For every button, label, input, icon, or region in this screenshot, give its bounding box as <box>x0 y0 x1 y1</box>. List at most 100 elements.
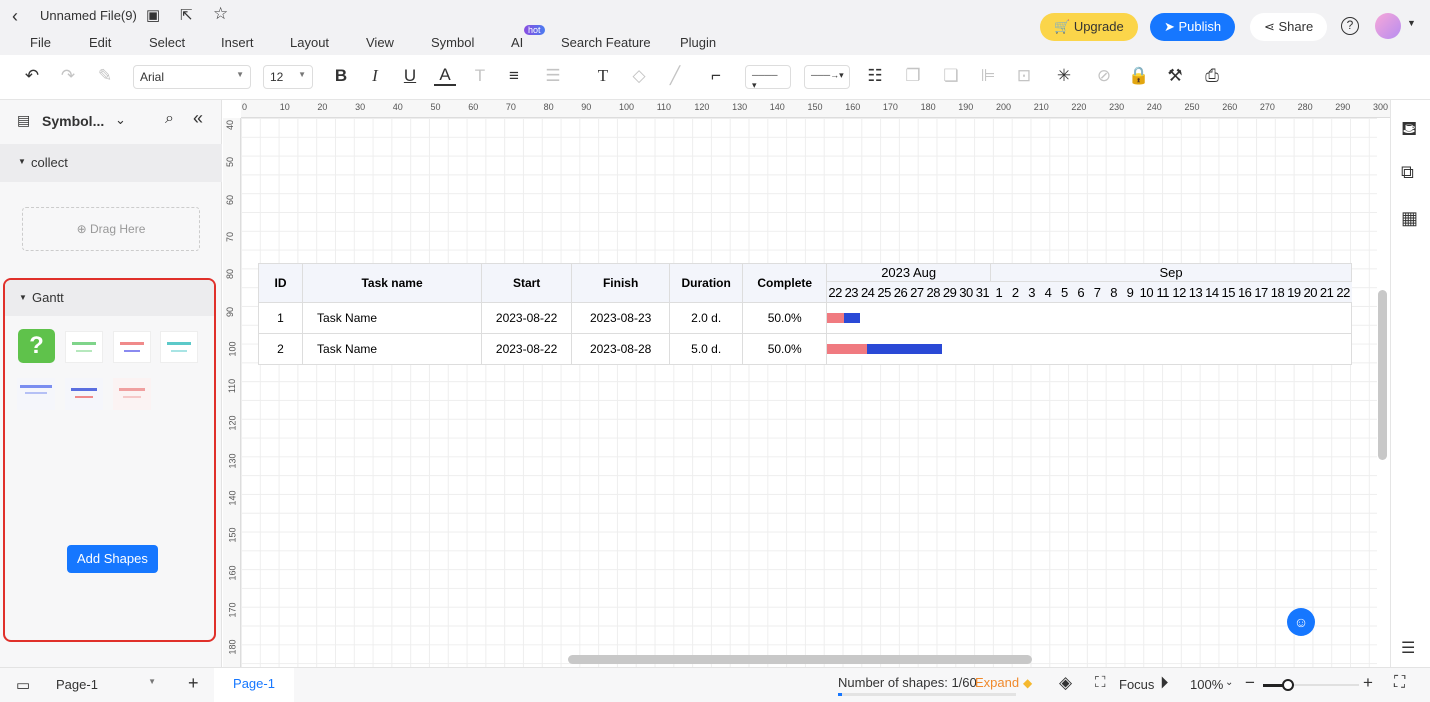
zoom-slider-handle[interactable] <box>1282 679 1294 691</box>
cell-id[interactable]: 2 <box>257 333 304 365</box>
zoom-level[interactable]: 100% <box>1190 677 1223 692</box>
help-icon[interactable]: ? <box>1341 17 1359 35</box>
menu-layout[interactable]: Layout <box>290 35 329 50</box>
cell-finish[interactable]: 2023-08-23 <box>571 302 671 334</box>
cell-duration[interactable]: 2.0 d. <box>669 302 744 334</box>
task-bar[interactable] <box>827 344 943 354</box>
align-icon[interactable]: ≡ <box>503 66 525 86</box>
shape-gantt-green[interactable] <box>65 331 103 363</box>
ai-assistant-icon[interactable]: ☺ <box>1287 608 1315 636</box>
collapse-icon[interactable]: « <box>193 108 203 129</box>
tools-icon[interactable]: ⚒ <box>1164 66 1186 86</box>
cell-start[interactable]: 2023-08-22 <box>481 333 573 365</box>
line-color-icon[interactable]: ╱ <box>664 66 686 86</box>
menu-ai[interactable]: AI <box>511 35 523 50</box>
find-icon[interactable]: ⎙ <box>1201 66 1223 86</box>
shape-gantt-teal[interactable] <box>160 331 198 363</box>
line-style-select[interactable]: ──── ▾ <box>745 65 791 90</box>
paint-bucket-icon[interactable]: ⛾ <box>1401 118 1417 143</box>
line-spacing-icon[interactable]: ☰ <box>542 66 564 86</box>
menu-edit[interactable]: Edit <box>89 35 111 50</box>
table-row[interactable]: 2 Task Name 2023-08-22 2023-08-28 5.0 d. 50.0… <box>257 333 1352 365</box>
panel-title[interactable]: Symbol... <box>42 113 104 129</box>
arrow-style-select[interactable]: ───→▾ <box>804 65 850 89</box>
strikethrough-icon[interactable]: T <box>469 66 491 86</box>
share-button[interactable]: ⋖ Share <box>1250 13 1328 41</box>
focus-label[interactable]: Focus <box>1119 677 1154 692</box>
horizontal-scrollbar[interactable] <box>568 655 1032 664</box>
avatar[interactable] <box>1375 13 1401 39</box>
cell-start[interactable]: 2023-08-22 <box>481 302 573 334</box>
connector-icon[interactable]: ⌐ <box>705 66 727 86</box>
lock-icon[interactable]: 🔒 <box>1128 66 1150 86</box>
line-weight-icon[interactable]: ☷ <box>864 66 886 86</box>
send-back-icon[interactable]: ❏ <box>940 66 962 86</box>
align-left-icon[interactable]: ⊫ <box>977 66 999 86</box>
shape-gantt-red[interactable] <box>113 331 151 363</box>
expand-link[interactable]: Expand <box>975 675 1019 690</box>
format-painter-icon[interactable]: ✎ <box>94 66 116 86</box>
page-select[interactable]: Page-1 ▼ <box>50 672 162 697</box>
font-size-select[interactable]: 12 ▼ <box>263 65 313 89</box>
text-icon[interactable]: T <box>592 66 614 86</box>
task-bar[interactable] <box>827 313 861 323</box>
settings-list-icon[interactable]: ☰ <box>1401 638 1415 658</box>
cell-finish[interactable]: 2023-08-28 <box>571 333 671 365</box>
cell-complete[interactable]: 50.0% <box>742 302 828 334</box>
play-icon[interactable]: ⏵ <box>1160 673 1169 693</box>
file-name[interactable]: Unnamed File(9) <box>40 8 137 23</box>
upgrade-button[interactable]: 🛒 Upgrade <box>1040 13 1138 41</box>
cell-name[interactable]: Task Name <box>302 333 483 365</box>
shape-gantt-salmon[interactable] <box>113 378 151 410</box>
fullscreen-icon[interactable]: ⛶ <box>1394 674 1405 692</box>
menu-insert[interactable]: Insert <box>221 35 254 50</box>
zoom-in-icon[interactable]: + <box>1363 673 1373 693</box>
bold-icon[interactable]: B <box>330 66 352 86</box>
shape-gantt-blue-table[interactable] <box>17 378 55 410</box>
bring-front-icon[interactable]: ❐ <box>902 66 924 86</box>
add-page-icon[interactable]: + <box>188 673 199 694</box>
font-color-icon[interactable]: A <box>434 66 456 86</box>
cell-complete[interactable]: 50.0% <box>742 333 828 365</box>
font-family-select[interactable]: Arial ▼ <box>133 65 251 89</box>
chevron-down-icon[interactable]: ▼ <box>1407 18 1416 28</box>
chevron-down-icon[interactable]: ⌄ <box>1225 677 1233 688</box>
shape-question-icon[interactable]: ? <box>18 329 55 363</box>
export-icon[interactable]: ⇱ <box>180 6 193 24</box>
collect-section-header[interactable]: ▼ collect <box>0 144 222 182</box>
cell-id[interactable]: 1 <box>257 302 304 334</box>
fill-icon[interactable]: ◇ <box>628 66 650 86</box>
chevron-down-icon[interactable]: ⌄ <box>115 112 126 128</box>
cell-duration[interactable]: 5.0 d. <box>669 333 744 365</box>
italic-icon[interactable]: I <box>364 66 386 86</box>
canvas[interactable] <box>241 118 1377 667</box>
menu-file[interactable]: File <box>30 35 51 50</box>
vertical-scrollbar[interactable] <box>1378 290 1387 460</box>
image-edit-icon[interactable]: ⧉ <box>1401 162 1414 183</box>
gantt-section-header[interactable]: ▼ Gantt <box>5 280 214 316</box>
search-icon[interactable]: ⌕ <box>165 110 174 128</box>
undo-icon[interactable]: ↶ <box>21 66 43 86</box>
table-row[interactable]: 1 Task Name 2023-08-22 2023-08-23 2.0 d. 50.0… <box>257 302 1352 334</box>
shape-gantt-blue[interactable] <box>65 378 103 410</box>
page-view-icon[interactable]: ▭ <box>16 676 30 694</box>
add-shapes-button[interactable]: Add Shapes <box>67 545 158 573</box>
menu-plugin[interactable]: Plugin <box>680 35 716 50</box>
group-icon[interactable]: ⊡ <box>1013 66 1035 86</box>
crop-icon[interactable]: ⊘ <box>1093 66 1115 86</box>
publish-button[interactable]: ➤ Publish <box>1150 13 1236 41</box>
gantt-chart[interactable]: ID Task name Start Finish Duration Compl… <box>257 263 1352 365</box>
redo-icon[interactable]: ↷ <box>57 66 79 86</box>
page-tab[interactable]: Page-1 <box>214 668 294 702</box>
menu-view[interactable]: View <box>366 35 394 50</box>
zoom-slider[interactable] <box>1263 679 1359 691</box>
zoom-out-icon[interactable]: − <box>1245 673 1255 693</box>
focus-icon[interactable]: ⛶ <box>1095 674 1106 691</box>
magic-icon[interactable]: ✳ <box>1053 66 1075 86</box>
menu-select[interactable]: Select <box>149 35 185 50</box>
grid-icon[interactable]: ▦ <box>1401 208 1418 229</box>
cell-name[interactable]: Task Name <box>302 302 483 334</box>
drag-here-zone[interactable]: ⊕ Drag Here <box>22 207 200 251</box>
underline-icon[interactable]: U <box>399 66 421 86</box>
save-icon[interactable]: ▣ <box>146 6 160 24</box>
